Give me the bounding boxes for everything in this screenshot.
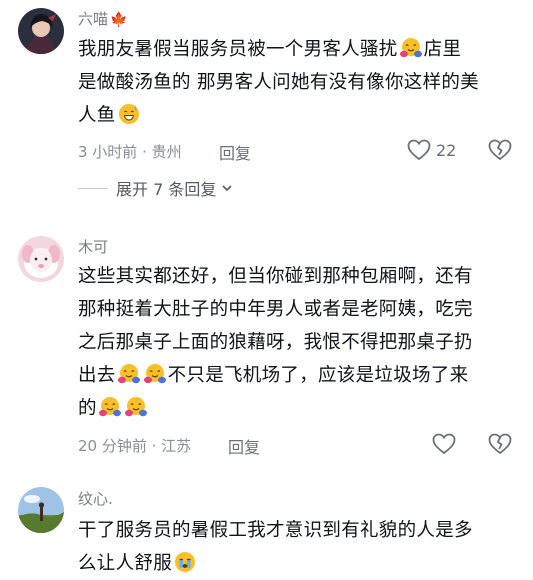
reply-button[interactable]: 回复: [228, 434, 260, 458]
chevron-down-icon: [222, 185, 232, 192]
dislike-button[interactable]: [488, 139, 512, 165]
like-count: 22: [436, 141, 457, 160]
comment-text: 这些其实都还好，但当你碰到那种包厢啊，还有 那种挺着大肚子的中年男人或者是老阿姨…: [78, 266, 473, 419]
username[interactable]: 木可: [78, 236, 108, 257]
comment-text: 我朋友暑假当服务员被一个男客人骚扰 店里 是做酸汤鱼的 那男客人问她有没有像你这样…: [78, 33, 518, 132]
dislike-button[interactable]: [488, 433, 512, 459]
divider: [78, 187, 108, 189]
avatar[interactable]: [18, 8, 64, 54]
expand-replies-button[interactable]: 展开 7 条回复: [78, 176, 234, 200]
maple-leaf-icon: 🍁: [110, 12, 128, 28]
hug-emoji-icon: [98, 395, 122, 419]
crying-emoji-icon: [173, 550, 197, 574]
heart-icon: [432, 433, 456, 455]
username-text[interactable]: 六喵: [78, 10, 108, 28]
broken-heart-icon: [488, 433, 512, 455]
like-button[interactable]: [432, 433, 456, 459]
hug-emoji-icon: [399, 36, 423, 60]
hug-emoji-icon: [117, 362, 141, 386]
sweat-smile-emoji-icon: [117, 102, 141, 126]
hug-emoji-icon: [143, 362, 167, 386]
username[interactable]: 六喵 🍁: [78, 8, 127, 29]
avatar[interactable]: [18, 487, 64, 533]
timestamp-location: 20 分钟前 · 江苏: [78, 437, 192, 455]
hug-emoji-icon: [124, 395, 148, 419]
avatar[interactable]: [18, 236, 64, 282]
like-button[interactable]: [407, 139, 431, 165]
heart-icon: [407, 139, 431, 161]
expand-replies-label[interactable]: 展开 7 条回复: [116, 176, 216, 200]
reply-button[interactable]: 回复: [219, 140, 251, 164]
broken-heart-icon: [488, 139, 512, 161]
timestamp-location: 3 小时前 · 贵州: [78, 143, 182, 161]
username[interactable]: 纹心.: [78, 488, 113, 509]
comment-text: 干了服务员的暑假工我才意识到有礼貌的人是多 么让人舒服: [78, 520, 473, 574]
